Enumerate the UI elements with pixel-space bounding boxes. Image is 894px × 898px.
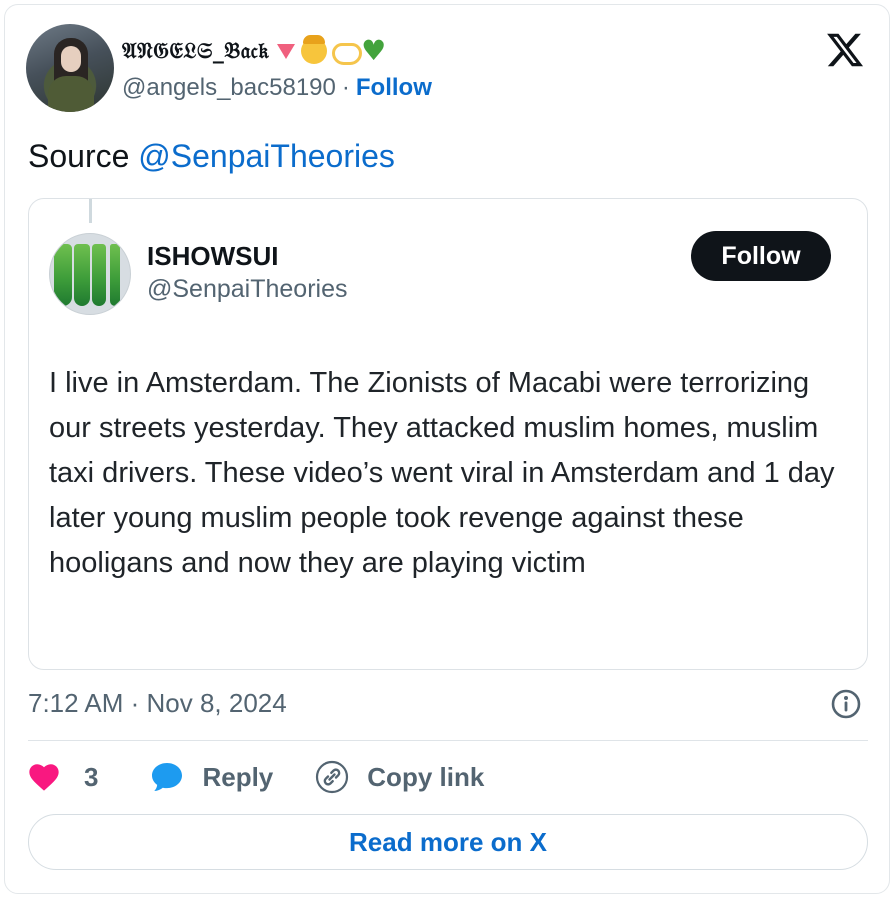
avatar-body bbox=[48, 76, 94, 112]
author-handle-line: @angels_bac58190 · Follow bbox=[122, 74, 432, 102]
tweet-mention-link[interactable]: @SenpaiTheories bbox=[138, 138, 395, 174]
avatar-map-shape bbox=[110, 244, 120, 306]
copy-link-button[interactable]: Copy link bbox=[315, 760, 484, 794]
action-bar: 3 Reply Copy link bbox=[28, 756, 484, 798]
follow-link[interactable]: Follow bbox=[356, 74, 432, 102]
read-more-button[interactable]: Read more on X bbox=[28, 814, 868, 870]
author-display-name[interactable]: 𝔄𝔑𝔊𝔈𝔏𝔖_𝔅𝔞𝔠𝔨 ♥ bbox=[122, 34, 387, 68]
like-count: 3 bbox=[84, 761, 99, 792]
saluting-face-icon bbox=[301, 35, 328, 64]
thread-connector bbox=[89, 199, 92, 223]
avatar-map-shape bbox=[74, 244, 90, 306]
quoted-tweet-body: I live in Amsterdam. The Zionists of Mac… bbox=[49, 367, 835, 579]
tweet-text: Source @SenpaiTheories bbox=[28, 138, 395, 175]
author-avatar[interactable] bbox=[26, 24, 114, 112]
green-heart-icon: ♥ bbox=[361, 34, 387, 67]
quoted-author-name[interactable]: ISHOWSUI bbox=[147, 241, 278, 272]
quoted-author-avatar[interactable] bbox=[49, 233, 131, 315]
heart-icon bbox=[29, 764, 59, 791]
avatar-face bbox=[61, 46, 81, 72]
red-triangle-icon bbox=[277, 43, 296, 59]
quoted-tweet[interactable]: ISHOWSUI @SenpaiTheories Follow I live i… bbox=[28, 198, 868, 670]
divider bbox=[28, 740, 868, 741]
handle-separator: · bbox=[341, 74, 350, 101]
avatar-map-shape bbox=[92, 244, 106, 306]
heart-hands-icon bbox=[329, 39, 363, 65]
author-display-name-text: 𝔄𝔑𝔊𝔈𝔏𝔖_𝔅𝔞𝔠𝔨 bbox=[122, 38, 270, 64]
tweet-text-prefix: Source bbox=[28, 138, 139, 174]
display-name-emojis: ♥ bbox=[277, 34, 387, 67]
link-icon bbox=[316, 760, 349, 794]
speech-bubble-icon bbox=[152, 763, 183, 791]
x-logo-icon[interactable] bbox=[824, 30, 866, 70]
quoted-author-handle[interactable]: @SenpaiTheories bbox=[147, 275, 348, 304]
reply-button[interactable]: Reply bbox=[150, 761, 273, 793]
tweet-timestamp[interactable]: 7:12 AM · Nov 8, 2024 bbox=[28, 688, 287, 719]
reply-label: Reply bbox=[202, 761, 274, 792]
like-button[interactable]: 3 bbox=[28, 762, 98, 793]
info-icon[interactable] bbox=[830, 688, 862, 720]
avatar-map-shape bbox=[54, 244, 72, 306]
quoted-follow-button[interactable]: Follow bbox=[691, 231, 831, 281]
copy-link-label: Copy link bbox=[367, 761, 485, 792]
author-handle[interactable]: @angels_bac58190 bbox=[122, 74, 336, 102]
